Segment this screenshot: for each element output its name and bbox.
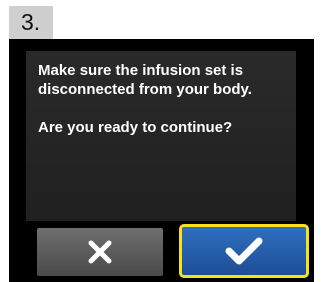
message-spacer — [38, 99, 288, 118]
confirm-button[interactable] — [179, 224, 309, 278]
message-panel: Make sure the infusion set is disconnect… — [26, 51, 296, 221]
message-question: Are you ready to continue? — [38, 119, 233, 136]
step-number: 3. — [9, 6, 53, 39]
cancel-button[interactable] — [37, 228, 163, 276]
close-icon — [87, 239, 113, 265]
checkmark-icon — [224, 236, 264, 266]
message-line-2: disconnected from your body. — [38, 81, 252, 98]
message-line-1: Make sure the infusion set is — [38, 62, 244, 79]
device-screen: Make sure the infusion set is disconnect… — [9, 39, 314, 282]
message-text: Make sure the infusion set is disconnect… — [38, 61, 288, 137]
